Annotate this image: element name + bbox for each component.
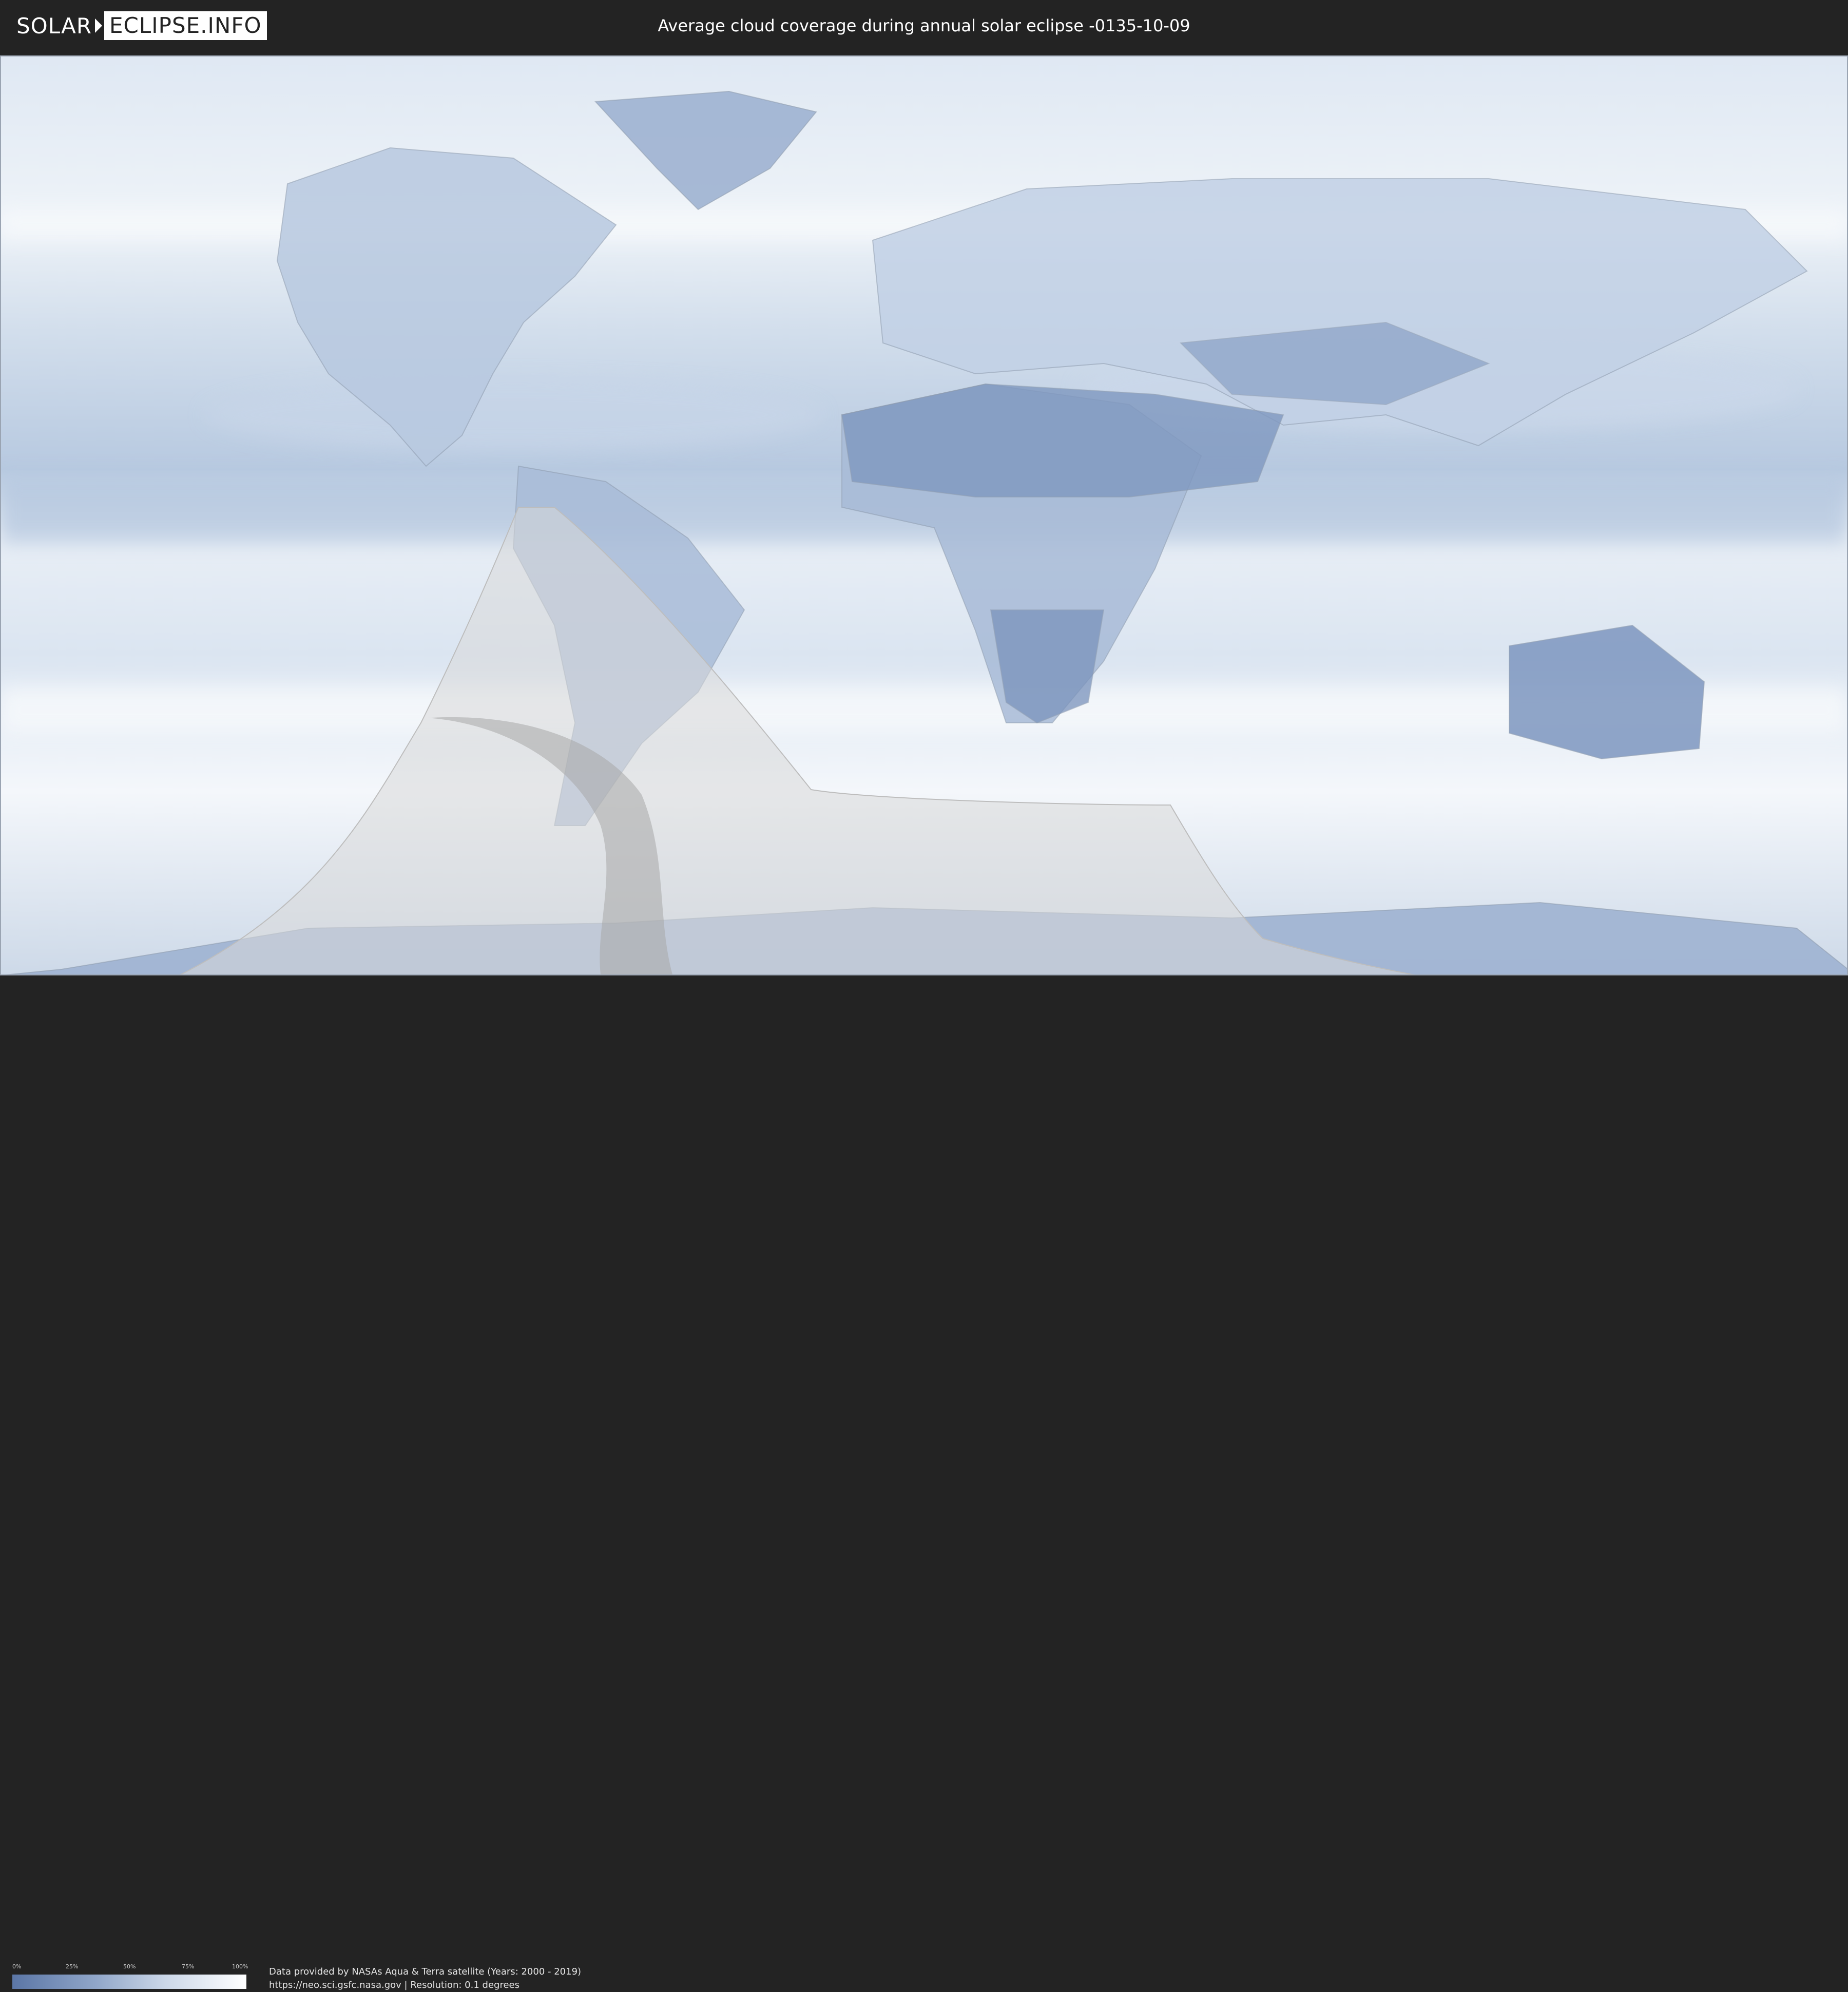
legend-ticks: 0% 25% 50% 75% 100% [12,1963,248,1972]
cloud-coverage-map [0,55,1848,975]
credit-line-1: Data provided by NASAs Aqua & Terra sate… [269,1966,582,1977]
legend-tick-50: 50% [123,1963,136,1970]
cloud-coverage-legend: 0% 25% 50% 75% 100% [12,1963,248,1989]
credit-line-2[interactable]: https://neo.sci.gsfc.nasa.gov | Resoluti… [269,1979,581,1992]
legend-tick-0: 0% [12,1963,22,1970]
data-credit: Data provided by NASAs Aqua & Terra sate… [269,1965,581,1992]
legend-tick-75: 75% [182,1963,195,1970]
legend-tick-25: 25% [66,1963,79,1970]
page-title: Average cloud coverage during annual sol… [658,16,1190,35]
legend-color-scale [12,1975,246,1989]
legend-tick-100: 100% [232,1963,248,1970]
bottom-bar: 0% 25% 50% 75% 100% Data provided by NAS… [0,975,1848,1990]
top-bar: SOLAR ECLIPSE.INFO Average cloud coverag… [0,0,1848,51]
